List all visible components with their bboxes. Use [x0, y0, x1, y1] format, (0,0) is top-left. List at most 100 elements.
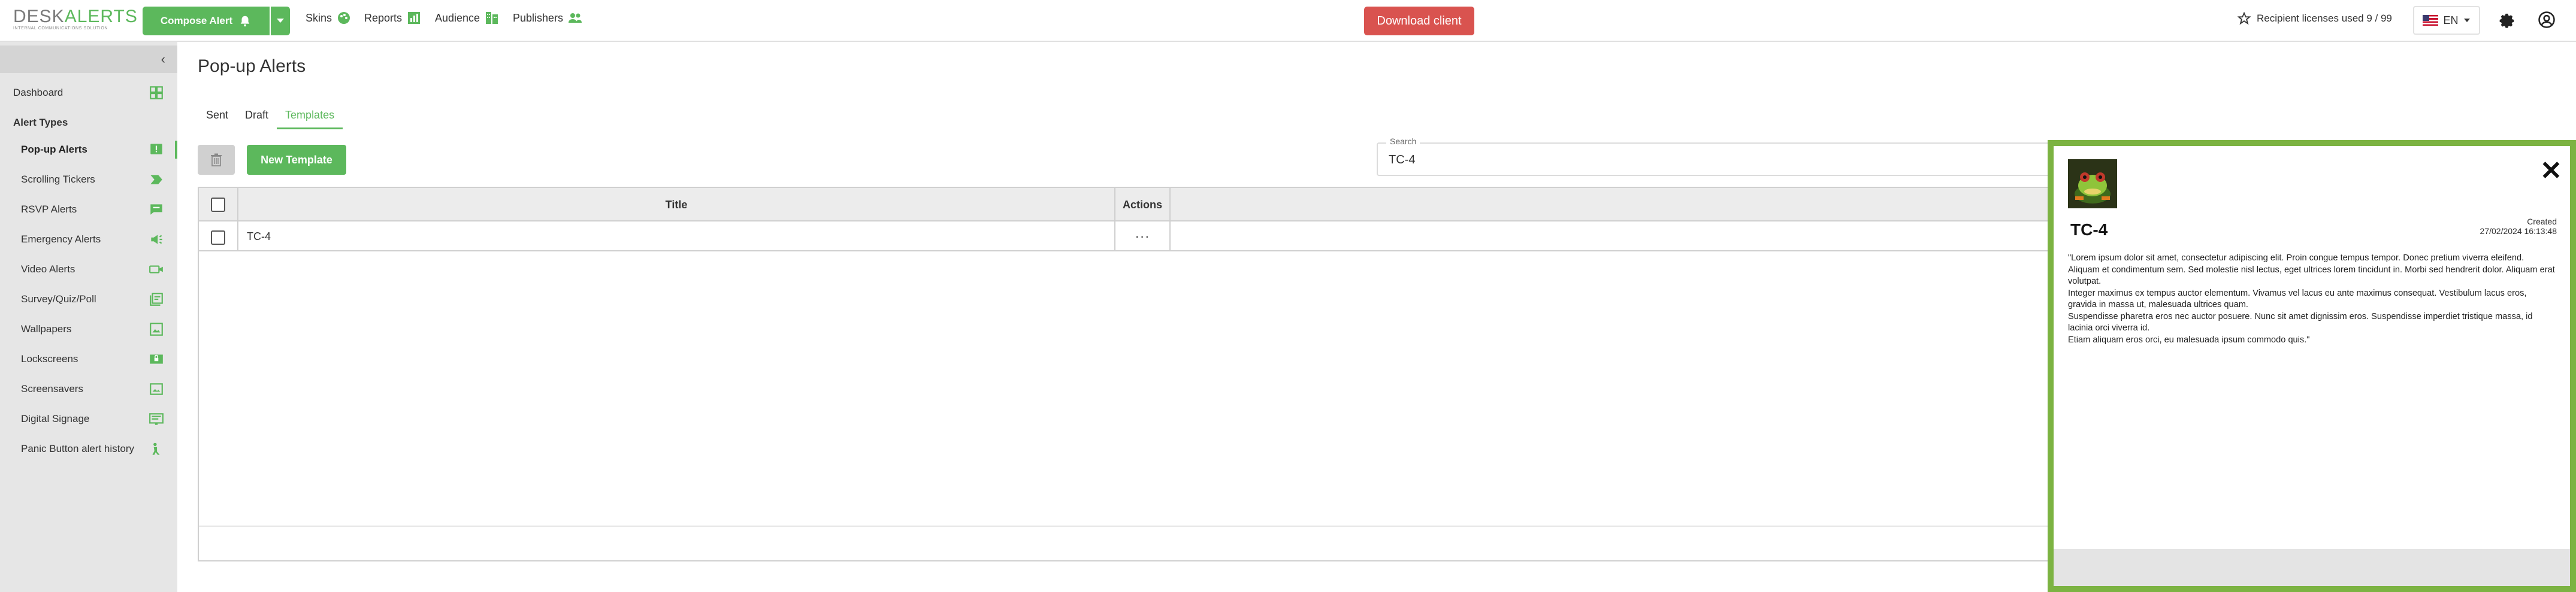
survey-icon	[150, 293, 163, 306]
panic-button-icon	[152, 442, 160, 455]
alert-tabs: Sent Draft Templates	[198, 107, 343, 129]
recipient-licenses[interactable]: Recipient licenses used 9 / 99	[2238, 12, 2392, 25]
row-checkbox[interactable]	[211, 230, 225, 245]
sidebar-item-label: Screensavers	[21, 383, 83, 394]
us-flag-icon	[2423, 15, 2439, 26]
column-header-actions: Actions	[1115, 188, 1171, 221]
created-label: Created	[2527, 217, 2557, 226]
sidebar-item-digital-signage[interactable]: Digital Signage	[0, 406, 177, 432]
row-actions-menu-icon[interactable]: ···	[1115, 221, 1171, 251]
compose-dropdown-button[interactable]	[271, 7, 290, 35]
tab-sent[interactable]: Sent	[198, 107, 237, 129]
templates-table: Title Actions TC-4 ···	[198, 187, 2175, 561]
tab-draft[interactable]: Draft	[237, 107, 277, 129]
nav-audience-label: Audience	[435, 11, 480, 24]
org-chart-icon	[486, 12, 498, 24]
ticker-icon	[150, 175, 162, 184]
body-paragraph: "Lorem ipsum dolor sit amet, consectetur…	[2068, 253, 2524, 263]
compose-alert-label: Compose Alert	[160, 15, 233, 26]
body-paragraph: Integer maximus ex tempus auctor element…	[2068, 288, 2527, 310]
video-icon	[149, 265, 163, 274]
sidebar-collapse-button[interactable]: ‹	[0, 45, 177, 73]
created-timestamp: 27/02/2024 16:13:48	[2480, 226, 2557, 236]
screensaver-icon	[150, 383, 163, 395]
sidebar-section-alert-types: Alert Types	[13, 117, 68, 128]
column-header-title[interactable]: Title	[238, 188, 1115, 221]
sidebar-item-rsvp-alerts[interactable]: RSVP Alerts	[0, 196, 177, 223]
table-row[interactable]: TC-4 ···	[199, 221, 2173, 251]
nav-publishers[interactable]: Publishers	[513, 11, 582, 25]
sidebar-item-video-alerts[interactable]: Video Alerts	[0, 256, 177, 283]
sidebar-item-emergency-alerts[interactable]: Emergency Alerts	[0, 226, 177, 253]
chevron-down-icon	[2463, 19, 2470, 22]
sidebar-item-label: Survey/Quiz/Poll	[21, 293, 96, 305]
template-preview-panel: ✕ TC-4 Created 27/02/2024 16:13:48 "Lore…	[2048, 140, 2576, 592]
search-field[interactable]: Search TC-4	[1377, 136, 2143, 176]
chart-icon	[408, 12, 421, 24]
preview-title: TC-4	[2070, 220, 2108, 239]
new-template-button[interactable]: New Template	[247, 145, 346, 175]
nav-reports-label: Reports	[364, 11, 403, 24]
emergency-icon	[151, 235, 162, 244]
sidebar-item-survey-quiz-poll[interactable]: Survey/Quiz/Poll	[0, 286, 177, 312]
select-all-cell	[199, 188, 238, 221]
wallpaper-icon	[150, 323, 163, 336]
sidebar-item-wallpapers[interactable]: Wallpapers	[0, 316, 177, 342]
sidebar-item-scrolling-tickers[interactable]: Scrolling Tickers	[0, 166, 177, 193]
row-select-cell	[199, 221, 238, 251]
popup-icon	[150, 144, 162, 154]
body-paragraph: Etiam aliquam eros orci, eu malesuada ip…	[2068, 335, 2310, 345]
sidebar: ‹ Dashboard Alert Types Pop-up Alerts Sc…	[0, 42, 177, 592]
nav-skins[interactable]: Skins	[306, 11, 351, 25]
recipient-licenses-label: Recipient licenses used 9 / 99	[2257, 13, 2392, 24]
sidebar-item-lockscreens[interactable]: Lockscreens	[0, 346, 177, 372]
bell-plus-icon	[240, 16, 250, 27]
sidebar-item-label: Dashboard	[13, 87, 64, 98]
chevron-left-icon: ‹	[161, 51, 165, 66]
sidebar-item-label: Pop-up Alerts	[21, 144, 87, 155]
sidebar-item-label: Emergency Alerts	[21, 233, 101, 245]
body-paragraph: Aliquam et condimentum sem. Sed molestie…	[2068, 265, 2555, 287]
app-logo[interactable]: DESKALERTS INTERNAL COMMUNICATIONS SOLUT…	[13, 7, 138, 31]
preview-footer	[2054, 549, 2570, 586]
chevron-down-icon	[277, 19, 284, 23]
download-client-button[interactable]: Download client	[1364, 7, 1474, 35]
sidebar-item-label: Panic Button alert history	[21, 443, 134, 454]
preview-created: Created 27/02/2024 16:13:48	[2480, 217, 2557, 236]
palette-icon	[338, 12, 350, 24]
search-label: Search	[1386, 136, 1420, 146]
lockscreen-icon	[150, 354, 163, 364]
star-outline-icon	[2238, 12, 2251, 25]
sidebar-item-screensavers[interactable]: Screensavers	[0, 376, 177, 402]
sidebar-item-popup-alerts[interactable]: Pop-up Alerts	[0, 136, 177, 163]
logo-tagline: INTERNAL COMMUNICATIONS SOLUTION	[13, 26, 108, 31]
nav-reports[interactable]: Reports	[364, 11, 421, 25]
close-icon[interactable]: ✕	[2540, 158, 2562, 184]
language-selector[interactable]: EN	[2413, 6, 2480, 35]
people-icon	[569, 13, 582, 23]
frog-image	[2068, 159, 2117, 208]
sidebar-item-label: RSVP Alerts	[21, 204, 77, 215]
rsvp-icon	[150, 204, 162, 215]
select-all-checkbox[interactable]	[211, 198, 225, 212]
page-title: Pop-up Alerts	[198, 56, 306, 76]
trash-icon	[211, 153, 222, 166]
compose-alert-button[interactable]: Compose Alert	[143, 7, 270, 35]
search-input[interactable]: TC-4	[1389, 153, 1415, 167]
table-header: Title Actions	[199, 188, 2173, 221]
delete-button[interactable]	[198, 145, 235, 175]
tab-templates[interactable]: Templates	[277, 107, 343, 129]
sidebar-item-dashboard[interactable]: Dashboard	[0, 80, 177, 106]
sidebar-item-label: Video Alerts	[21, 263, 75, 275]
row-title[interactable]: TC-4	[238, 221, 1115, 251]
user-account-icon[interactable]	[2538, 11, 2556, 29]
sidebar-item-panic-button-history[interactable]: Panic Button alert history	[0, 436, 177, 462]
logo-text: DESKALERTS	[13, 7, 138, 26]
signage-icon	[149, 413, 164, 425]
nav-audience[interactable]: Audience	[435, 11, 499, 25]
compose-alert-group: Compose Alert	[143, 7, 290, 35]
sidebar-item-label: Scrolling Tickers	[21, 174, 95, 185]
gear-icon[interactable]	[2498, 11, 2516, 29]
table-footer-divider	[199, 526, 2173, 527]
top-bar: DESKALERTS INTERNAL COMMUNICATIONS SOLUT…	[0, 0, 2576, 42]
